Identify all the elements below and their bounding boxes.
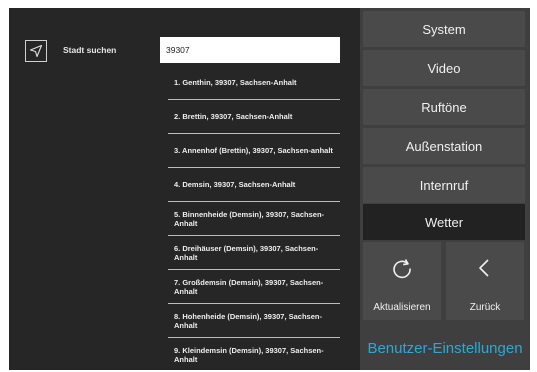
menu-system-button[interactable]: System	[363, 11, 525, 47]
result-text: 1. Genthin, 39307, Sachsen-Anhalt	[174, 78, 297, 87]
search-results-list: 1. Genthin, 39307, Sachsen-Anhalt 2. Bre…	[168, 66, 340, 370]
user-settings-link[interactable]: Benutzer-Einstellungen	[360, 326, 530, 370]
menu-intercom-button[interactable]: Internruf	[363, 167, 525, 203]
result-text: 8. Hohenheide (Demsin), 39307, Sachsen-A…	[174, 311, 322, 330]
refresh-label: Aktualisieren	[373, 302, 431, 313]
result-item[interactable]: 7. Großdemsin (Demsin), 39307, Sachsen-A…	[168, 270, 340, 304]
refresh-button[interactable]: Aktualisieren	[363, 242, 441, 320]
menu-ringtones-button[interactable]: Ruftöne	[363, 89, 525, 125]
result-text: 3. Annenhof (Brettin), 39307, Sachsen-an…	[174, 146, 333, 155]
location-arrow-icon[interactable]	[25, 40, 47, 62]
result-item[interactable]: 5. Binnenheide (Demsin), 39307, Sachsen-…	[168, 202, 340, 236]
result-text: 5. Binnenheide (Demsin), 39307, Sachsen-…	[174, 209, 325, 228]
result-text: 9. Kleindemsin (Demsin), 39307, Sachsen-…	[174, 346, 324, 364]
settings-menu: System Video Ruftöne Außenstation Intern…	[360, 8, 530, 370]
back-button[interactable]: Zurück	[446, 242, 524, 320]
result-item[interactable]: 4. Demsin, 39307, Sachsen-Anhalt	[168, 168, 340, 202]
menu-weather-button[interactable]: Wetter	[363, 204, 525, 240]
result-text: 2. Brettin, 39307, Sachsen-Anhalt	[174, 112, 293, 121]
menu-outdoor-station-button[interactable]: Außenstation	[363, 128, 525, 164]
result-item[interactable]: 6. Dreihäuser (Demsin), 39307, Sachsen-A…	[168, 236, 340, 270]
result-text: 6. Dreihäuser (Demsin), 39307, Sachsen-A…	[174, 243, 319, 262]
refresh-icon	[363, 256, 441, 282]
menu-video-button[interactable]: Video	[363, 50, 525, 86]
back-label: Zurück	[469, 302, 501, 313]
result-item[interactable]: 2. Brettin, 39307, Sachsen-Anhalt	[168, 100, 340, 134]
settings-screen: Stadt suchen 1. Genthin, 39307, Sachsen-…	[9, 8, 530, 370]
chevron-left-icon	[446, 256, 524, 282]
city-search-input[interactable]	[160, 37, 340, 63]
city-search-panel: Stadt suchen 1. Genthin, 39307, Sachsen-…	[9, 8, 359, 370]
result-text: 7. Großdemsin (Demsin), 39307, Sachsen-A…	[174, 277, 324, 296]
result-item[interactable]: 8. Hohenheide (Demsin), 39307, Sachsen-A…	[168, 304, 340, 338]
result-text: 4. Demsin, 39307, Sachsen-Anhalt	[174, 180, 296, 189]
result-item[interactable]: 1. Genthin, 39307, Sachsen-Anhalt	[168, 66, 340, 100]
result-item[interactable]: 9. Kleindemsin (Demsin), 39307, Sachsen-…	[168, 338, 340, 370]
search-label: Stadt suchen	[63, 45, 117, 55]
result-item[interactable]: 3. Annenhof (Brettin), 39307, Sachsen-an…	[168, 134, 340, 168]
